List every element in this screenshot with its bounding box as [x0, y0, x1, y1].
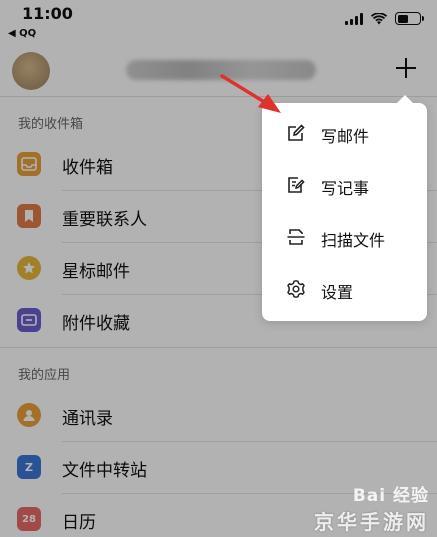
watermark-line-2: 京华手游网 — [314, 510, 429, 534]
annotation-arrow — [220, 74, 281, 113]
watermark-line-1: Bai 经验 — [352, 486, 429, 506]
watermark: Bai 经验 京华手游网 — [314, 481, 429, 535]
